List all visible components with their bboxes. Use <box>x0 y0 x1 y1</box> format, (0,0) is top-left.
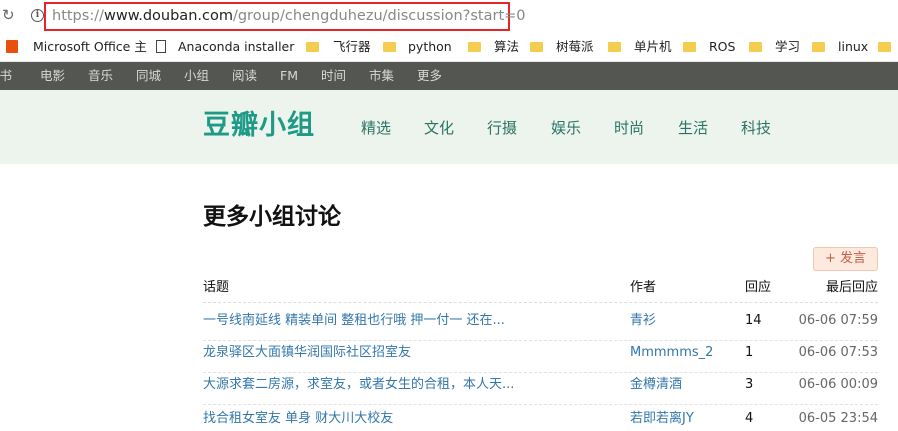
folder-icon <box>530 41 543 52</box>
nav-local[interactable]: 同城 <box>136 62 161 90</box>
folder-icon <box>683 41 696 52</box>
group-nav-culture[interactable]: 文化 <box>424 118 454 138</box>
group-nav-featured[interactable]: 精选 <box>361 118 391 138</box>
group-nav-life[interactable]: 生活 <box>678 118 708 138</box>
topic-link[interactable]: 一号线南延线 精装单间 整租也行哦 押一付一 还在... <box>203 311 505 331</box>
reply-count: 1 <box>745 345 754 360</box>
bookmark-folder-mcu[interactable]: 单片机 <box>608 33 672 61</box>
post-button[interactable]: + 发言 <box>813 247 878 271</box>
douban-global-nav: 读书 电影 音乐 同城 小组 阅读 FM 时间 市集 更多 <box>0 62 898 90</box>
folder-icon <box>468 41 481 52</box>
last-reply-time: 06-06 00:09 <box>798 377 878 392</box>
bookmark-folder-study[interactable]: 学习 <box>749 33 800 61</box>
bookmark-microsoft-office[interactable]: Microsoft Office 主 <box>6 33 147 61</box>
author-link[interactable]: 金樽清酒 <box>630 375 682 395</box>
table-row: 大源求套二房源，求室友，或者女生的合租，本人天... 金樽清酒 3 06-06 … <box>203 375 878 405</box>
last-reply-time: 06-06 07:59 <box>798 313 878 328</box>
topic-link[interactable]: 找合租女室友 单身 财大川大校友 <box>203 409 393 429</box>
nav-read[interactable]: 阅读 <box>232 62 257 90</box>
folder-icon <box>878 41 891 52</box>
group-nav-entertainment[interactable]: 娱乐 <box>551 118 581 138</box>
page-title: 更多小组讨论 <box>203 204 341 230</box>
nav-more[interactable]: 更多 <box>417 62 442 90</box>
nav-group[interactable]: 小组 <box>184 62 209 90</box>
office-icon <box>6 40 18 53</box>
douban-group-logo[interactable]: 豆瓣小组 <box>203 110 315 142</box>
author-link[interactable]: 青衫 <box>630 311 656 331</box>
author-link[interactable]: Mmmmms_2 <box>630 343 713 363</box>
bookmark-folder-python[interactable]: python <box>383 33 452 61</box>
folder-icon <box>608 41 621 52</box>
bookmark-folder-linux[interactable]: linux <box>812 33 868 61</box>
reply-count: 14 <box>745 313 762 328</box>
reload-icon[interactable]: ↻ <box>2 7 16 23</box>
bookmark-anaconda[interactable]: Anaconda installer <box>156 33 294 61</box>
column-last-reply: 最后回应 <box>825 280 878 295</box>
group-nav-tech[interactable]: 科技 <box>741 118 771 138</box>
table-row: 一号线南延线 精装单间 整租也行哦 押一付一 还在... 青衫 14 06-06… <box>203 311 878 341</box>
nav-fm[interactable]: FM <box>280 62 298 90</box>
info-icon[interactable]: i <box>31 9 44 22</box>
folder-icon <box>306 41 319 52</box>
url-field[interactable]: https://www.douban.com/group/chengduhezu… <box>44 2 526 31</box>
folder-icon <box>749 41 762 52</box>
address-bar-row: ↻ i https://www.douban.com/group/chengdu… <box>0 0 898 33</box>
bookmarks-bar: Microsoft Office 主 Anaconda installer 飞行… <box>0 33 898 62</box>
url-prefix: https:// <box>52 8 104 24</box>
column-author: 作者 <box>630 280 657 295</box>
bookmark-folder-ros[interactable]: ROS <box>683 33 735 61</box>
url-host: www.douban.com <box>103 8 233 24</box>
bookmark-folder-algorithm[interactable]: 算法 <box>468 33 519 61</box>
topic-link[interactable]: 龙泉驿区大面镇华润国际社区招室友 <box>203 343 411 363</box>
bookmark-folder-more[interactable] <box>878 33 896 61</box>
folder-icon <box>812 41 825 52</box>
nav-time[interactable]: 时间 <box>321 62 346 90</box>
url-path: /group/chengduhezu/discussion?start=0 <box>232 8 526 24</box>
table-row: 找合租女室友 单身 财大川大校友 若即若离JY 4 06-05 23:54 <box>203 409 878 431</box>
reply-count: 3 <box>745 377 754 392</box>
table-header: 话题 作者 回应 最后回应 <box>203 278 878 303</box>
bookmark-folder-aircraft[interactable]: 飞行器 <box>306 33 371 61</box>
table-row: 龙泉驿区大面镇华润国际社区招室友 Mmmmms_2 1 06-06 07:53 <box>203 343 878 373</box>
author-link[interactable]: 若即若离JY <box>630 409 694 429</box>
nav-market[interactable]: 市集 <box>369 62 394 90</box>
page-icon <box>156 40 166 53</box>
column-replies: 回应 <box>745 280 772 295</box>
topic-link[interactable]: 大源求套二房源，求室友，或者女生的合租，本人天... <box>203 375 514 395</box>
nav-movie[interactable]: 电影 <box>40 62 65 90</box>
bookmark-folder-raspberrypi[interactable]: 树莓派 <box>530 33 594 61</box>
group-header: 豆瓣小组 精选 文化 行摄 娱乐 时尚 生活 科技 <box>0 90 898 164</box>
nav-book[interactable]: 读书 <box>0 62 12 90</box>
last-reply-time: 06-06 07:53 <box>798 345 878 360</box>
group-nav-travel[interactable]: 行摄 <box>487 118 517 138</box>
column-topic: 话题 <box>203 280 230 295</box>
last-reply-time: 06-05 23:54 <box>798 411 878 426</box>
reply-count: 4 <box>745 411 754 426</box>
nav-music[interactable]: 音乐 <box>88 62 113 90</box>
folder-icon <box>383 41 396 52</box>
group-nav-fashion[interactable]: 时尚 <box>614 118 644 138</box>
